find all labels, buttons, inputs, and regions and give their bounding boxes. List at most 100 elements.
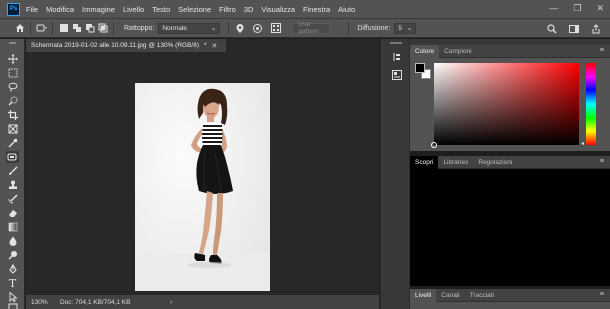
frame-icon[interactable] [6, 123, 19, 135]
add-selection-icon[interactable] [70, 22, 83, 35]
chevron-down-icon: ⌄ [210, 25, 217, 32]
window-controls: — ❐ ✕ [549, 3, 604, 14]
document-area: Schermata 2019-01-02 alle 10.09.11.jpg @… [26, 39, 379, 309]
minimize-icon[interactable]: — [549, 3, 558, 14]
patch-tool-preset-icon[interactable] [35, 22, 48, 35]
rattoppo-label: Rattoppo: [124, 24, 155, 32]
panel-menu-icon[interactable]: ≡ [600, 47, 604, 54]
chevron-down-icon: ⌄ [406, 25, 413, 32]
canvas-pasteboard[interactable] [26, 52, 379, 295]
discover-panel-tabs: Scopri Libraries Regolazioni ≡ [410, 155, 610, 169]
tools-panel: T [0, 39, 25, 309]
menu-modifica[interactable]: Modifica [46, 5, 74, 14]
photoshop-logo: Ps [7, 2, 20, 16]
menu-file[interactable]: File [26, 5, 38, 14]
history-panel-icon[interactable] [391, 51, 402, 62]
separator [30, 21, 31, 35]
use-pattern-button[interactable]: Usa pattern [292, 21, 331, 35]
menu-aiuto[interactable]: Aiuto [338, 5, 355, 14]
status-menu-arrow[interactable]: › [170, 299, 172, 306]
hue-slider-pointer-icon[interactable]: ◂ [581, 140, 584, 147]
blur-icon[interactable] [6, 235, 19, 247]
document-modified-mark: * [204, 42, 207, 49]
transparent-target-icon[interactable] [251, 22, 264, 35]
menu-filtro[interactable]: Filtro [219, 5, 236, 14]
document-info[interactable]: Doc: 704,1 KB/704,1 KB [60, 299, 140, 306]
document-tab[interactable]: Schermata 2019-01-02 alle 10.09.11.jpg @… [26, 39, 226, 52]
path-selection-icon[interactable] [6, 291, 19, 303]
document-tab-title: Schermata 2019-01-02 alle 10.09.11.jpg @… [31, 42, 199, 49]
color-picker-field[interactable] [431, 63, 579, 148]
tab-canali[interactable]: Canali [436, 289, 464, 302]
tab-libraries[interactable]: Libraries [438, 156, 473, 169]
rectangle-icon[interactable] [6, 303, 19, 309]
menu-finestra[interactable]: Finestra [303, 5, 330, 14]
foreground-color-swatch[interactable] [415, 63, 425, 73]
tab-livelli[interactable]: Livelli [410, 288, 437, 302]
properties-panel-icon[interactable] [391, 69, 402, 80]
restore-icon[interactable]: ❐ [573, 3, 581, 14]
layers-panel-tabs: Livelli Canali Tracciati ≡ [410, 288, 610, 302]
color-panel: Colore Campioni ≡ ◂ [410, 44, 610, 151]
panel-grip[interactable] [9, 42, 16, 44]
diffusione-select[interactable]: 5 ⌄ [394, 22, 417, 34]
gradient-icon[interactable] [6, 221, 19, 233]
document-status-bar: 130% Doc: 704,1 KB/704,1 KB › [26, 295, 379, 309]
lasso-icon[interactable] [6, 81, 19, 93]
move-icon[interactable] [6, 53, 19, 65]
separator [348, 21, 350, 35]
brush-icon[interactable] [6, 165, 19, 177]
new-selection-icon[interactable] [57, 22, 70, 35]
tab-campioni[interactable]: Campioni [439, 45, 476, 58]
search-icon[interactable] [545, 22, 558, 35]
discover-content [410, 169, 610, 286]
content-aware-source-icon[interactable] [233, 22, 246, 35]
layers-panel: Livelli Canali Tracciati ≡ [410, 288, 610, 309]
menu-visualizza[interactable]: Visualizza [261, 5, 295, 14]
close-icon[interactable]: ✕ [596, 3, 604, 14]
crop-icon[interactable] [6, 109, 19, 121]
diffusione-value: 5 [398, 24, 402, 32]
color-picker-cursor[interactable] [431, 142, 437, 148]
clone-stamp-icon[interactable] [6, 179, 19, 191]
patch-tool-icon[interactable] [6, 151, 19, 163]
dodge-icon[interactable] [6, 249, 19, 261]
zoom-level[interactable]: 130% [26, 299, 60, 306]
diffusione-label: Diffusione: [357, 24, 391, 32]
menu-livello[interactable]: Livello [123, 5, 144, 14]
panel-menu-icon[interactable]: ≡ [600, 291, 604, 298]
panel-grip[interactable] [390, 42, 402, 44]
share-icon[interactable] [589, 22, 602, 35]
rattoppo-select[interactable]: Normale ⌄ [158, 22, 221, 34]
menu-3d[interactable]: 3D [244, 5, 254, 14]
panel-menu-icon[interactable]: ≡ [600, 158, 604, 165]
pattern-icon[interactable] [269, 22, 282, 35]
menu-selezione[interactable]: Selezione [178, 5, 211, 14]
marquee-icon[interactable] [6, 67, 19, 79]
intersect-selection-icon[interactable] [96, 22, 109, 35]
workspace-icon[interactable] [567, 22, 580, 35]
tab-regolazioni[interactable]: Regolazioni [473, 156, 517, 169]
tab-scopri[interactable]: Scopri [410, 155, 439, 169]
close-tab-icon[interactable]: ✕ [212, 42, 218, 50]
eraser-icon[interactable] [6, 207, 19, 219]
quick-selection-icon[interactable] [6, 95, 19, 107]
history-brush-icon[interactable] [6, 193, 19, 205]
eyedropper-icon[interactable] [6, 137, 19, 149]
subtract-selection-icon[interactable] [83, 22, 96, 35]
discover-panel: Scopri Libraries Regolazioni ≡ [410, 155, 610, 286]
pen-icon[interactable] [6, 263, 19, 275]
hue-slider[interactable] [586, 63, 596, 145]
color-panel-tabs: Colore Campioni ≡ [410, 44, 610, 58]
separator [113, 21, 114, 35]
document-canvas-image[interactable] [135, 83, 270, 291]
separator [52, 21, 53, 35]
menu-immagine[interactable]: Immagine [82, 5, 115, 14]
menu-testo[interactable]: Testo [152, 5, 170, 14]
tab-colore[interactable]: Colore [410, 44, 440, 58]
separator [228, 21, 230, 35]
tab-tracciati[interactable]: Tracciati [465, 289, 499, 302]
type-icon[interactable]: T [6, 277, 19, 290]
home-icon[interactable] [13, 22, 26, 35]
fg-bg-swatches[interactable] [415, 63, 433, 81]
